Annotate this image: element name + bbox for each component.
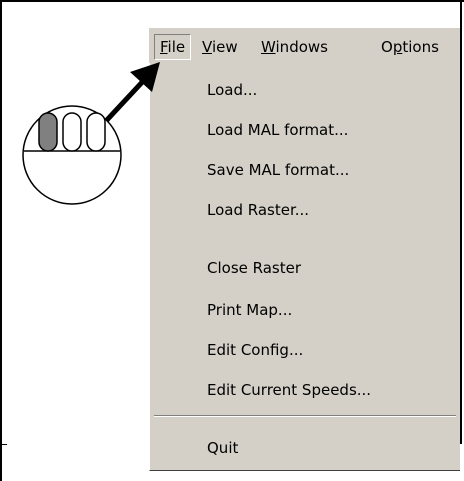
file-dropdown-menu: Load... Load MAL format... Save MAL form… [149, 63, 460, 471]
frame-right-border [460, 0, 462, 444]
menu-view-rest: iew [211, 38, 238, 56]
menu-item-edit-current-speeds[interactable]: Edit Current Speeds... [207, 381, 371, 399]
menu-item-print-map[interactable]: Print Map... [207, 301, 292, 319]
menu-options-rest: tions [402, 38, 439, 56]
menu-file-mnemonic: F [160, 38, 168, 56]
menu-bar: File View Windows Options [149, 28, 460, 63]
frame-bottom-tick [0, 444, 7, 445]
menu-item-load-raster[interactable]: Load Raster... [207, 201, 309, 219]
menu-separator [154, 415, 456, 417]
menu-options-pre: O [381, 38, 393, 56]
menu-item-quit[interactable]: Quit [207, 439, 238, 457]
menu-item-edit-config[interactable]: Edit Config... [207, 341, 303, 359]
mouse-left-button-icon [22, 105, 122, 205]
menu-item-load[interactable]: Load... [207, 81, 257, 99]
menu-view[interactable]: View [202, 38, 238, 56]
menu-options-mnemonic: p [392, 38, 403, 56]
menu-item-close-raster[interactable]: Close Raster [207, 259, 301, 277]
menu-item-save-mal[interactable]: Save MAL format... [207, 161, 349, 179]
menu-options[interactable]: Options [381, 38, 439, 56]
menu-item-load-mal[interactable]: Load MAL format... [207, 121, 348, 139]
menu-file[interactable]: File [154, 34, 192, 60]
menu-windows-rest: indows [275, 38, 328, 56]
menu-view-mnemonic: V [202, 38, 212, 56]
menu-windows[interactable]: Windows [261, 38, 328, 56]
menu-file-rest: ile [167, 38, 186, 56]
menu-windows-mnemonic: W [261, 38, 276, 56]
